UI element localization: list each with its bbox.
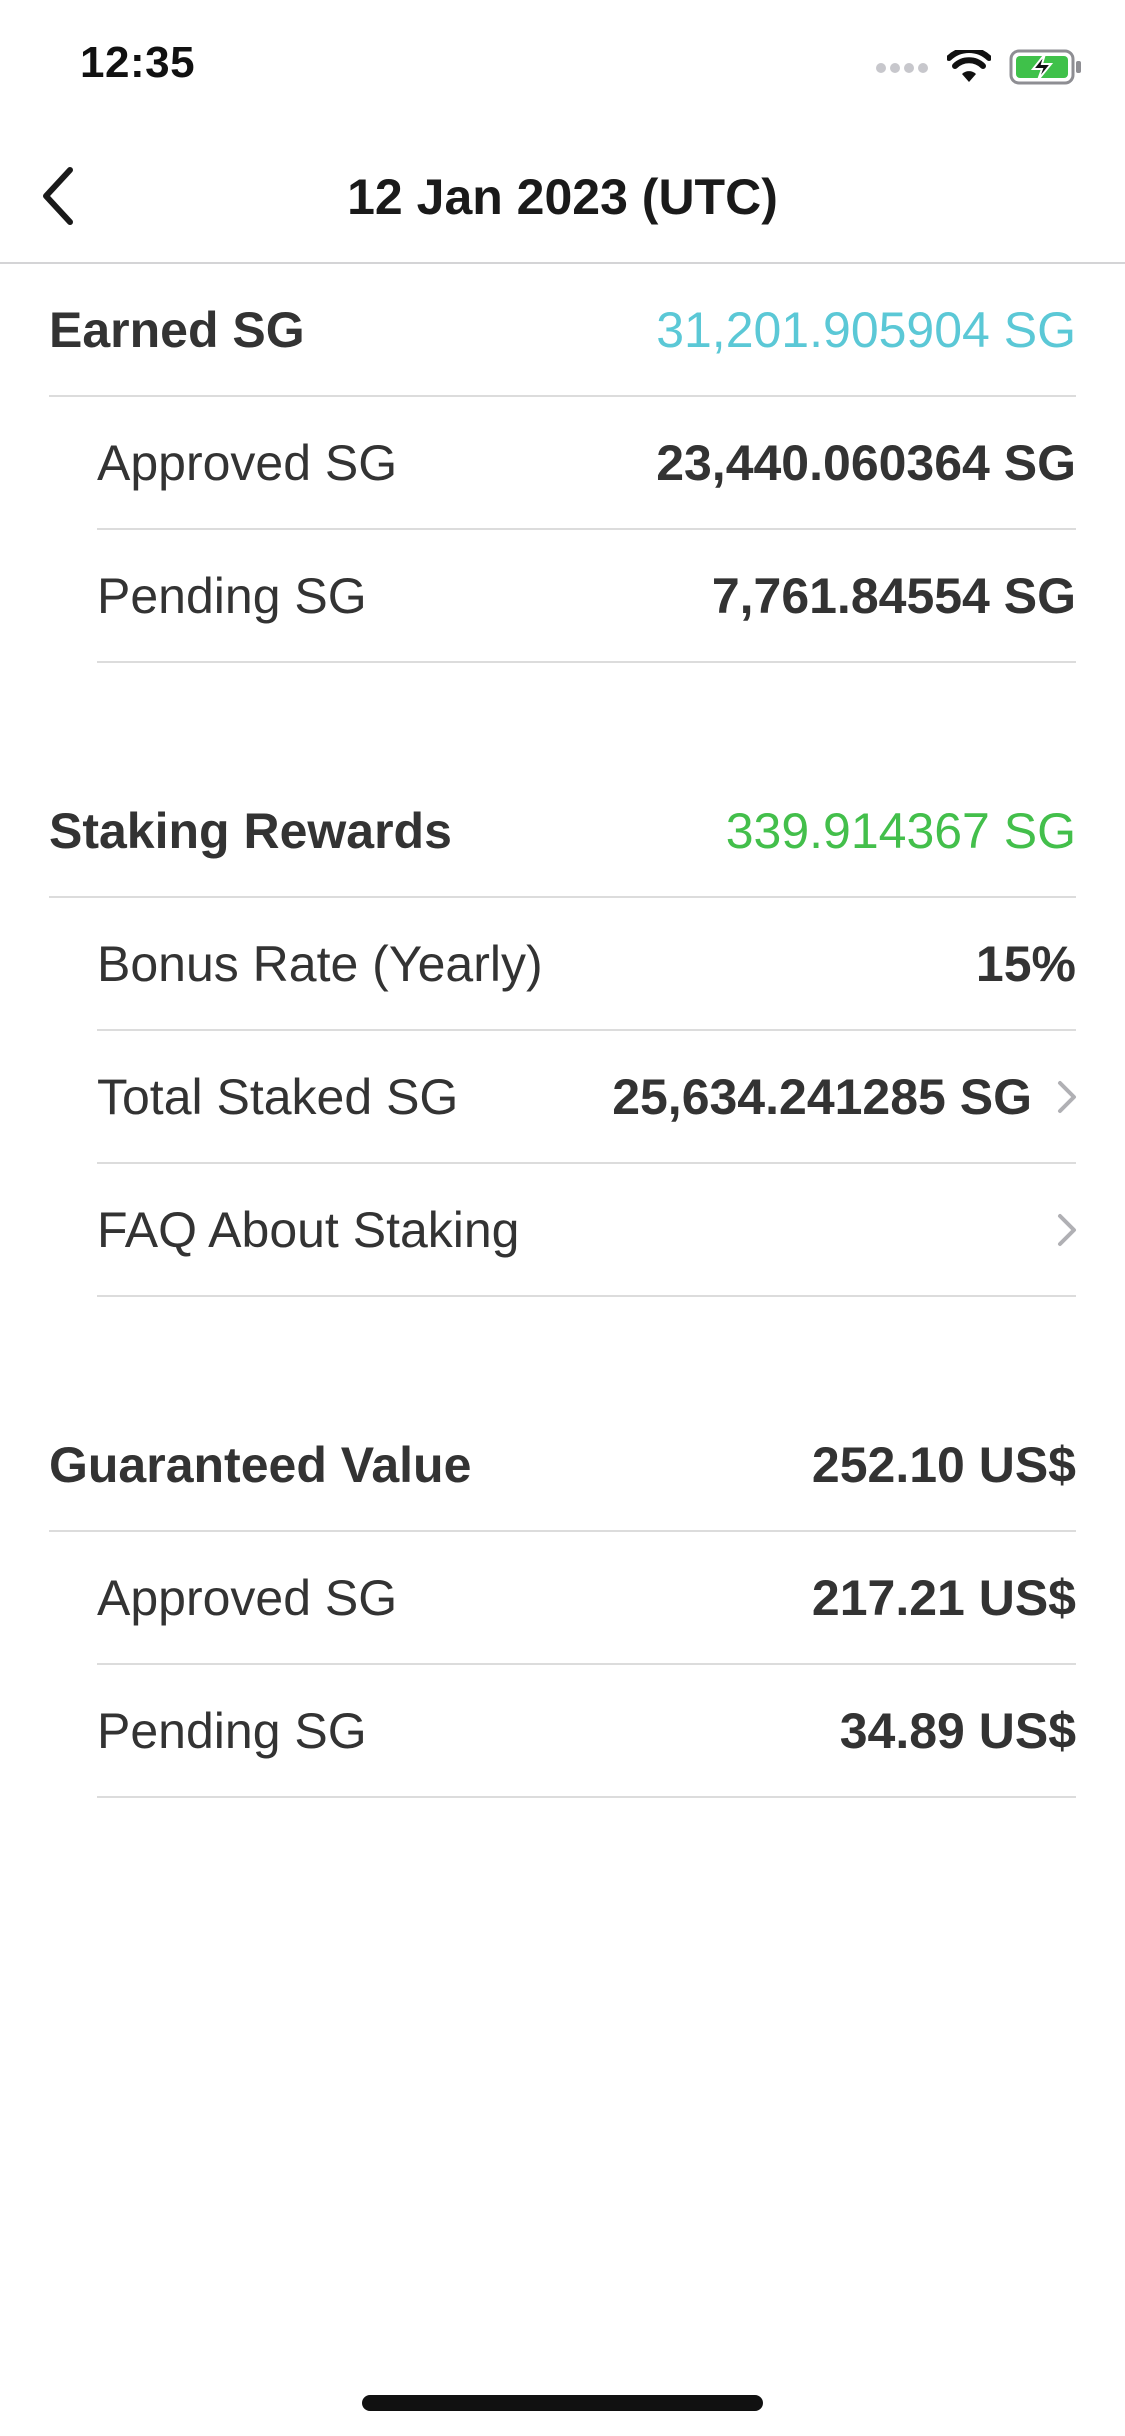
staking-value: 339.914367 SG [725,802,1076,859]
earned-pending-label: Pending SG [97,567,367,624]
staking-header-row: Staking Rewards 339.914367 SG [49,765,1076,898]
page-title: 12 Jan 2023 (UTC) [347,169,778,225]
earned-pending-value: 7,761.84554 SG [711,567,1076,624]
guaranteed-label: Guaranteed Value [49,1436,472,1493]
guaranteed-value: 252.10 US$ [811,1436,1076,1493]
cellular-signal-icon [875,60,929,79]
total-staked-value-wrap: 25,634.241285 SG [612,1068,1076,1126]
guaranteed-pending-row: Pending SG 34.89 US$ [97,1665,1076,1798]
earned-approved-row: Approved SG 23,440.060364 SG [97,397,1076,530]
bonus-rate-value: 15% [975,935,1076,992]
chevron-right-icon [1056,1212,1078,1248]
earned-approved-label: Approved SG [97,434,398,491]
status-bar: 12:35 [0,0,1125,132]
earned-value: 31,201.905904 SG [656,301,1076,358]
earned-approved-value: 23,440.060364 SG [656,434,1076,491]
guaranteed-approved-label: Approved SG [97,1569,398,1626]
earned-label: Earned SG [49,301,305,358]
total-staked-value: 25,634.241285 SG [612,1068,1032,1125]
bonus-rate-row: Bonus Rate (Yearly) 15% [97,898,1076,1031]
earned-header-row: Earned SG 31,201.905904 SG [49,264,1076,397]
guaranteed-pending-value: 34.89 US$ [839,1702,1076,1759]
bonus-rate-label: Bonus Rate (Yearly) [97,935,543,992]
total-staked-row[interactable]: Total Staked SG 25,634.241285 SG [97,1031,1076,1164]
earned-section: Earned SG 31,201.905904 SG Approved SG 2… [0,264,1125,663]
status-icons [875,46,1083,90]
guaranteed-approved-row: Approved SG 217.21 US$ [97,1532,1076,1665]
total-staked-label: Total Staked SG [97,1068,459,1125]
guaranteed-header-row: Guaranteed Value 252.10 US$ [49,1399,1076,1532]
details-content: Earned SG 31,201.905904 SG Approved SG 2… [0,264,1125,1900]
guaranteed-approved-value: 217.21 US$ [811,1569,1076,1626]
faq-staking-row[interactable]: FAQ About Staking [97,1164,1076,1297]
staking-section: Staking Rewards 339.914367 SG Bonus Rate… [0,765,1125,1297]
earned-pending-row: Pending SG 7,761.84554 SG [97,530,1076,663]
home-indicator[interactable] [362,2395,763,2411]
nav-bar: 12 Jan 2023 (UTC) [0,132,1125,264]
wifi-icon [946,46,992,89]
staking-label: Staking Rewards [49,802,452,859]
guaranteed-section: Guaranteed Value 252.10 US$ Approved SG … [0,1399,1125,1798]
guaranteed-pending-label: Pending SG [97,1702,367,1759]
status-time: 12:35 [80,38,196,87]
faq-staking-label: FAQ About Staking [97,1201,520,1258]
battery-charging-icon [1009,49,1083,90]
chevron-right-icon [1056,1079,1078,1115]
